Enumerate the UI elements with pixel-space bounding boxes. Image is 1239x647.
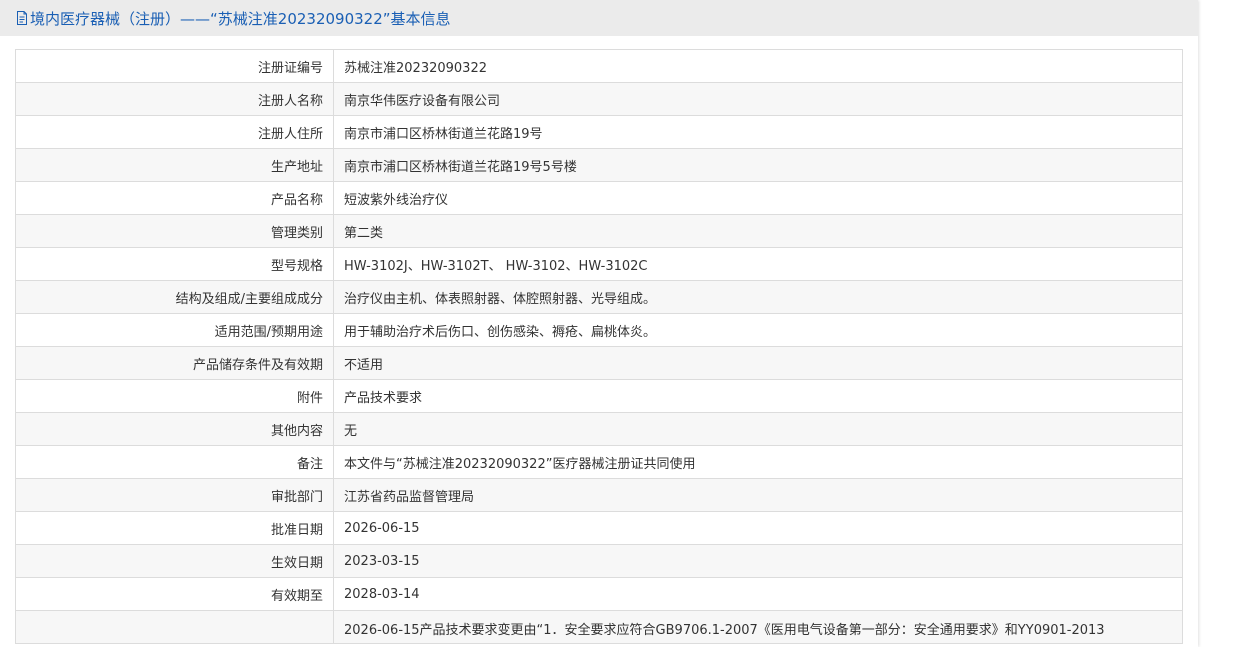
field-value: 南京市浦口区桥林街道兰花路19号 — [333, 115, 1183, 149]
field-value: 南京华伟医疗设备有限公司 — [333, 82, 1183, 116]
field-label: 管理类别 — [15, 214, 334, 248]
field-value: 2026-06-15 — [333, 511, 1183, 545]
table-row: 审批部门 江苏省药品监督管理局 — [15, 478, 1183, 512]
table-row: 适用范围/预期用途 用于辅助治疗术后伤口、创伤感染、褥疮、扁桃体炎。 — [15, 313, 1183, 347]
field-value: 治疗仪由主机、体表照射器、体腔照射器、光导组成。 — [333, 280, 1183, 314]
field-label: 注册人名称 — [15, 82, 334, 116]
field-value: 短波紫外线治疗仪 — [333, 181, 1183, 215]
field-label: 生产地址 — [15, 148, 334, 182]
field-label: 其他内容 — [15, 412, 334, 446]
field-label: 适用范围/预期用途 — [15, 313, 334, 347]
field-label: 有效期至 — [15, 577, 334, 611]
field-value: 2028-03-14 — [333, 577, 1183, 611]
table-row: 注册证编号 苏械注准20232090322 — [15, 49, 1183, 83]
table-row: 生产地址 南京市浦口区桥林街道兰花路19号5号楼 — [15, 148, 1183, 182]
table-row: 批准日期 2026-06-15 — [15, 511, 1183, 545]
table-row: 生效日期 2023-03-15 — [15, 544, 1183, 578]
table-row: 结构及组成/主要组成成分 治疗仪由主机、体表照射器、体腔照射器、光导组成。 — [15, 280, 1183, 314]
field-label: 产品储存条件及有效期 — [15, 346, 334, 380]
table-row: 产品名称 短波紫外线治疗仪 — [15, 181, 1183, 215]
info-table: 注册证编号 苏械注准20232090322 注册人名称 南京华伟医疗设备有限公司 注册人… — [15, 49, 1183, 644]
field-value: 本文件与“苏械注准20232090322”医疗器械注册证共同使用 — [333, 445, 1183, 479]
field-label: 备注 — [15, 445, 334, 479]
field-label: 产品名称 — [15, 181, 334, 215]
field-value: 2023-03-15 — [333, 544, 1183, 578]
field-label: 审批部门 — [15, 478, 334, 512]
field-label: 注册证编号 — [15, 49, 334, 83]
field-label: 生效日期 — [15, 544, 334, 578]
info-table-wrapper: 注册证编号 苏械注准20232090322 注册人名称 南京华伟医疗设备有限公司 注册人… — [15, 49, 1183, 644]
field-label: 结构及组成/主要组成成分 — [15, 280, 334, 314]
table-row: 注册人名称 南京华伟医疗设备有限公司 — [15, 82, 1183, 116]
field-value: 不适用 — [333, 346, 1183, 380]
field-value: HW-3102J、HW-3102T、 HW-3102、HW-3102C — [333, 247, 1183, 281]
detail-panel: 境内医疗器械（注册）——“苏械注准20232090322”基本信息 注册证编号苏… — [0, 0, 1198, 647]
table-row: 2026-06-15产品技术要求变更由“1．安全要求应符合GB9706.1-20… — [15, 610, 1183, 644]
field-label: 附件 — [15, 379, 334, 413]
field-value: 第二类 — [333, 214, 1183, 248]
page-title: 境内医疗器械（注册）——“苏械注准20232090322”基本信息 — [30, 9, 451, 28]
field-value: 江苏省药品监督管理局 — [333, 478, 1183, 512]
field-value: 无 — [333, 412, 1183, 446]
table-row: 型号规格 HW-3102J、HW-3102T、 HW-3102、HW-3102C — [15, 247, 1183, 281]
field-value: 用于辅助治疗术后伤口、创伤感染、褥疮、扁桃体炎。 — [333, 313, 1183, 347]
field-value: 南京市浦口区桥林街道兰花路19号5号楼 — [333, 148, 1183, 182]
field-label — [15, 610, 334, 644]
field-value: 苏械注准20232090322 — [333, 49, 1183, 83]
document-icon — [16, 11, 28, 25]
field-label: 批准日期 — [15, 511, 334, 545]
table-row: 产品储存条件及有效期 不适用 — [15, 346, 1183, 380]
table-row: 管理类别 第二类 — [15, 214, 1183, 248]
field-value: 产品技术要求 — [333, 379, 1183, 413]
table-row: 其他内容无 — [15, 412, 1183, 446]
table-row: 有效期至 2028-03-14 — [15, 577, 1183, 611]
field-label: 型号规格 — [15, 247, 334, 281]
table-row: 注册人住所 南京市浦口区桥林街道兰花路19号 — [15, 115, 1183, 149]
table-row: 附件 产品技术要求 — [15, 379, 1183, 413]
page-header: 境内医疗器械（注册）——“苏械注准20232090322”基本信息 — [0, 0, 1198, 36]
field-label: 注册人住所 — [15, 115, 334, 149]
field-value: 2026-06-15产品技术要求变更由“1．安全要求应符合GB9706.1-20… — [333, 610, 1183, 644]
table-row: 备注 本文件与“苏械注准20232090322”医疗器械注册证共同使用 — [15, 445, 1183, 479]
